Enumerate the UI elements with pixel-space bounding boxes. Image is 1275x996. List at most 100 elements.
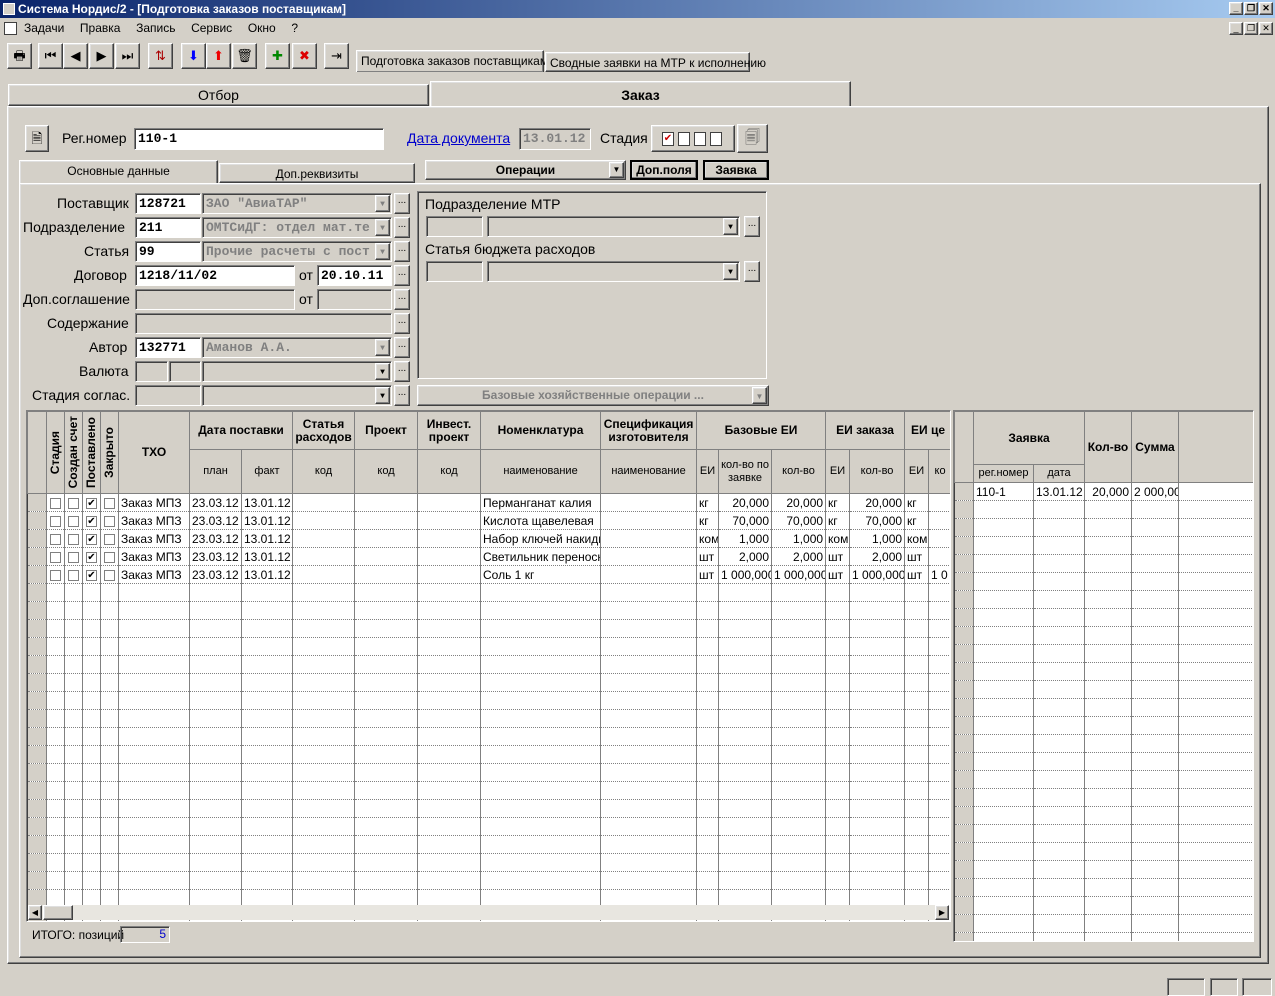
empty-cell[interactable]	[189, 673, 242, 692]
col-order-qty[interactable]: кол-во	[849, 449, 906, 494]
empty-cell[interactable]	[600, 817, 698, 836]
empty-cell[interactable]	[973, 662, 1034, 681]
empty-cell[interactable]	[849, 637, 906, 656]
empty-cell[interactable]	[771, 817, 827, 836]
empty-cell[interactable]	[82, 835, 101, 854]
empty-cell[interactable]	[973, 734, 1034, 753]
empty-cell[interactable]	[480, 763, 602, 782]
table-row[interactable]	[27, 691, 950, 710]
col-delivery-date[interactable]: Дата поставки	[188, 411, 294, 450]
empty-cell[interactable]	[718, 673, 773, 692]
empty-cell[interactable]	[1178, 608, 1253, 627]
fact-cell[interactable]: 13.01.12	[241, 493, 294, 512]
empty-cell[interactable]	[1178, 500, 1253, 519]
delivered-checkbox[interactable]: ✔	[86, 533, 97, 545]
request-row[interactable]	[954, 734, 1253, 753]
empty-cell[interactable]	[696, 601, 720, 620]
scroll-right-icon[interactable]: ▶	[935, 905, 949, 920]
empty-cell[interactable]	[292, 637, 356, 656]
empty-cell[interactable]	[189, 853, 242, 872]
col-cost-article[interactable]: Статья расходов	[292, 411, 356, 450]
empty-cell[interactable]	[718, 871, 773, 890]
empty-cell[interactable]	[189, 583, 242, 602]
contract-date-field[interactable]: 20.10.11	[317, 265, 392, 286]
empty-cell[interactable]	[1178, 698, 1253, 717]
empty-cell[interactable]	[904, 853, 930, 872]
empty-cell[interactable]	[1178, 878, 1253, 897]
empty-cell[interactable]	[1084, 734, 1132, 753]
nomenclature-cell[interactable]: Светильник переносно	[480, 547, 602, 566]
last-record-icon[interactable]: ⏭	[115, 43, 140, 69]
empty-cell[interactable]	[718, 637, 773, 656]
empty-cell[interactable]	[928, 583, 950, 602]
table-row[interactable]	[27, 817, 950, 836]
empty-cell[interactable]	[973, 626, 1034, 645]
empty-cell[interactable]	[417, 727, 482, 746]
empty-cell[interactable]	[118, 673, 190, 692]
empty-cell[interactable]	[696, 619, 720, 638]
minimize-button[interactable]: _	[1229, 2, 1243, 15]
empty-cell[interactable]	[928, 745, 950, 764]
cost-code-cell[interactable]	[292, 547, 356, 566]
empty-cell[interactable]	[696, 817, 720, 836]
empty-cell[interactable]	[825, 835, 851, 854]
empty-cell[interactable]	[1084, 572, 1132, 591]
empty-cell[interactable]	[1131, 824, 1179, 843]
empty-cell[interactable]	[1131, 914, 1179, 933]
price-ei-cell[interactable]: шт	[904, 565, 930, 584]
empty-cell[interactable]	[354, 637, 419, 656]
empty-cell[interactable]	[973, 878, 1034, 897]
base-qty-cell[interactable]: 1 000,000	[771, 565, 827, 584]
empty-cell[interactable]	[904, 637, 930, 656]
empty-cell[interactable]	[480, 781, 602, 800]
table-row[interactable]: ✔ Заказ МПЗ 23.03.12 13.01.12 Соль 1 кг шт 1 0…	[27, 565, 950, 584]
request-row[interactable]	[954, 608, 1253, 627]
row-header[interactable]	[954, 824, 974, 843]
request-row[interactable]	[954, 914, 1253, 933]
empty-cell[interactable]	[1178, 680, 1253, 699]
empty-cell[interactable]	[241, 763, 294, 782]
chevron-down-icon[interactable]: ▼	[375, 195, 390, 212]
empty-cell[interactable]	[118, 871, 190, 890]
empty-cell[interactable]	[480, 745, 602, 764]
col-closed[interactable]: Закрыто	[100, 411, 119, 494]
empty-cell[interactable]	[46, 799, 65, 818]
base-operations-dropdown[interactable]: Базовые хозяйственные операции ... ▼	[417, 385, 769, 406]
empty-cell[interactable]	[600, 637, 698, 656]
chevron-down-icon[interactable]: ▼	[752, 387, 767, 404]
empty-cell[interactable]	[1033, 932, 1085, 941]
empty-cell[interactable]	[928, 781, 950, 800]
empty-cell[interactable]	[46, 817, 65, 836]
empty-cell[interactable]	[1131, 734, 1179, 753]
empty-cell[interactable]	[718, 601, 773, 620]
row-header[interactable]	[954, 788, 974, 807]
chevron-down-icon[interactable]: ▼	[375, 219, 390, 236]
empty-cell[interactable]	[904, 817, 930, 836]
empty-cell[interactable]	[64, 745, 83, 764]
row-header[interactable]	[954, 734, 974, 753]
addendum-browse-button[interactable]: ...	[394, 289, 410, 310]
division-code-field[interactable]: 211	[135, 217, 201, 238]
empty-cell[interactable]	[825, 619, 851, 638]
col-request[interactable]: Заявка	[973, 411, 1085, 465]
empty-cell[interactable]	[118, 727, 190, 746]
empty-cell[interactable]	[354, 817, 419, 836]
empty-cell[interactable]	[1033, 914, 1085, 933]
empty-cell[interactable]	[1084, 806, 1132, 825]
empty-cell[interactable]	[1131, 554, 1179, 573]
row-header[interactable]	[27, 727, 47, 746]
next-record-icon[interactable]: ▶	[89, 43, 114, 69]
empty-cell[interactable]	[904, 781, 930, 800]
empty-cell[interactable]	[825, 871, 851, 890]
col-base-unit[interactable]: Базовые ЕИ	[696, 411, 827, 450]
empty-cell[interactable]	[600, 691, 698, 710]
empty-cell[interactable]	[241, 745, 294, 764]
col-invest[interactable]: Инвест. проект	[417, 411, 482, 450]
supplier-name-combo[interactable]: ЗАО "АвиаТАР" ▼	[202, 193, 392, 214]
empty-cell[interactable]	[64, 799, 83, 818]
currency-rate-field[interactable]	[169, 361, 201, 382]
author-browse-button[interactable]: ...	[394, 337, 410, 358]
budget-article-combo[interactable]: ▼	[487, 261, 740, 282]
empty-cell[interactable]	[1033, 788, 1085, 807]
empty-cell[interactable]	[849, 691, 906, 710]
